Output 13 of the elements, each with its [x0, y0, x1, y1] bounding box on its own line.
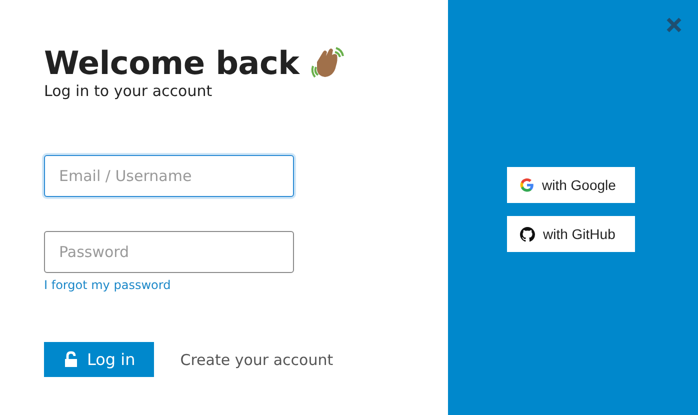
octocat-icon: [520, 226, 535, 242]
unlocked-padlock-icon: [63, 351, 79, 368]
close-icon[interactable]: [666, 17, 682, 33]
input-field[interactable]: Password: [44, 231, 294, 273]
subtitle: Log in to your account: [44, 82, 214, 100]
github-login-button[interactable]: with GitHub: [507, 216, 635, 252]
google-g-icon: [520, 178, 534, 192]
forgot-password-link[interactable]: I forgot my password: [44, 278, 171, 292]
input-field[interactable]: Email / Username: [44, 155, 294, 197]
create-account-link[interactable]: Create your account: [180, 350, 334, 368]
login-button[interactable]: Log in: [44, 342, 154, 377]
google-login-button[interactable]: with Google: [507, 167, 635, 203]
welcome-title: Welcome back: [44, 43, 300, 84]
